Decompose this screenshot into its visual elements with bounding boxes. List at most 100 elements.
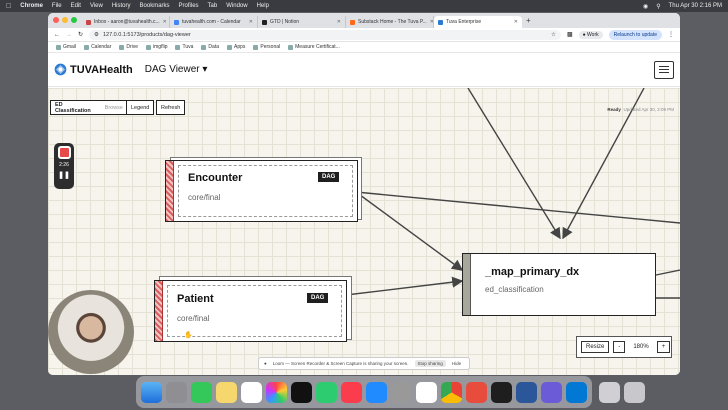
node-schema: ed_classification [485, 285, 544, 294]
wifi-icon[interactable]: ◉ [643, 3, 648, 10]
trash-icon[interactable] [624, 381, 645, 403]
tuva-logo[interactable]: TUVAHealth [54, 63, 133, 76]
close-icon[interactable]: ✕ [514, 19, 518, 25]
folder-icon [201, 44, 207, 50]
chrome-icon[interactable] [441, 381, 462, 403]
menu-file[interactable]: File [52, 3, 62, 9]
relaunch-button[interactable]: Relaunch to update [608, 29, 662, 40]
bookmark-tuva[interactable]: Tuva [175, 44, 193, 50]
node-stripe [463, 254, 471, 315]
finder-icon[interactable] [141, 381, 162, 403]
tab-substack[interactable]: Substack Home - The Tuva P... ✕ [346, 16, 434, 28]
menu-view[interactable]: View [90, 3, 103, 9]
gmail-icon [86, 19, 91, 25]
extensions-icon[interactable]: ▩ [567, 31, 573, 38]
node-map-primary-dx[interactable]: _map_primary_dx ed_classification [462, 253, 656, 316]
apple-icon[interactable]:  [6, 3, 11, 10]
forward-icon[interactable]: → [66, 32, 72, 38]
browse-link[interactable]: Browse [105, 105, 123, 111]
back-icon[interactable]: ← [54, 32, 60, 38]
bookmark-label: Drive [126, 44, 139, 50]
close-icon[interactable]: ✕ [337, 19, 341, 25]
apple-tv-icon[interactable] [291, 381, 312, 403]
bookmark-gmail[interactable]: Gmail [56, 44, 76, 50]
bookmark-measure[interactable]: Measure Certificat... [288, 44, 340, 50]
word-icon[interactable] [516, 381, 537, 403]
address-bar[interactable]: ⚙ 127.0.0.1:5173/products/dag-viewer ☆ [89, 29, 561, 40]
stop-recording-button[interactable] [57, 146, 71, 159]
bookmark-calendar[interactable]: Calendar [84, 44, 111, 50]
hide-button[interactable]: Hide [452, 361, 461, 366]
tab-notion[interactable]: GTD | Notion ✕ [258, 16, 346, 28]
zoom-in-button[interactable]: + [656, 341, 671, 353]
new-tab-icon[interactable]: + [522, 16, 535, 25]
app-store-icon[interactable] [366, 381, 387, 403]
messages-icon[interactable] [191, 381, 212, 403]
bookmark-data[interactable]: Data [201, 44, 219, 50]
reload-icon[interactable]: ↻ [78, 31, 83, 38]
bookmark-label: Calendar [91, 44, 112, 50]
vscode-icon[interactable] [566, 381, 587, 403]
menu-tab[interactable]: Tab [208, 3, 218, 9]
dag-canvas[interactable]: ED Classification Browse Legend Refresh … [48, 88, 680, 375]
music-icon[interactable] [341, 381, 362, 403]
downloads-icon[interactable] [599, 381, 620, 403]
pause-icon[interactable]: ❚❚ [58, 171, 70, 179]
menu-app-name[interactable]: Chrome [20, 3, 43, 9]
photos-icon[interactable] [266, 381, 287, 403]
resize-button[interactable]: Resize [581, 341, 610, 353]
node-patient[interactable]: Patient core/final DAG [154, 280, 347, 342]
terminal-icon[interactable] [491, 381, 512, 403]
bookmark-imgflip[interactable]: imgflip [146, 44, 167, 50]
menu-help[interactable]: Help [257, 3, 269, 9]
model-selector[interactable]: ED Classification Browse [50, 100, 128, 115]
calendar-icon[interactable] [241, 381, 262, 403]
profile-button[interactable]: ● Work [578, 30, 603, 39]
close-icon[interactable]: ✕ [249, 19, 253, 25]
bookmark-drive[interactable]: Drive [119, 44, 138, 50]
window-controls [53, 17, 77, 23]
node-encounter[interactable]: Encounter core/final DAG [165, 160, 358, 222]
todo-icon[interactable] [466, 381, 487, 403]
edge [655, 269, 680, 276]
slack-icon[interactable] [416, 381, 437, 403]
menu-profiles[interactable]: Profiles [179, 3, 199, 9]
loom-recorder-controls: 2:26 ❚❚ [54, 143, 74, 189]
site-info-icon[interactable]: ⚙ [94, 32, 99, 38]
minimize-window-button[interactable] [62, 17, 68, 23]
gmail-icon [56, 44, 61, 50]
webcam-bubble[interactable] [48, 290, 134, 374]
tab-calendar[interactable]: tuvahealth.com - Calendar ✕ [170, 16, 258, 28]
menu-history[interactable]: History [112, 3, 131, 9]
zoom-window-button[interactable] [71, 17, 77, 23]
launchpad-icon[interactable] [166, 381, 187, 403]
stop-sharing-button[interactable]: Stop sharing [414, 360, 446, 367]
menubar-clock[interactable]: Thu Apr 30 2:16 PM [669, 3, 722, 9]
bookmark-personal[interactable]: Personal [253, 44, 280, 50]
system-settings-icon[interactable] [391, 381, 412, 403]
close-window-button[interactable] [53, 17, 59, 23]
dag-badge: DAG [307, 293, 329, 303]
menu-window[interactable]: Window [226, 3, 247, 9]
legend-button[interactable]: Legend [126, 100, 155, 115]
refresh-button[interactable]: Refresh [156, 100, 186, 115]
dag-viewer-dropdown[interactable]: DAG Viewer ▾ [145, 64, 208, 75]
close-icon[interactable]: ✕ [163, 19, 167, 25]
bookmark-star-icon[interactable]: ☆ [551, 32, 556, 38]
menu-bookmarks[interactable]: Bookmarks [140, 3, 170, 9]
hamburger-menu-button[interactable] [654, 60, 674, 79]
facetime-icon[interactable] [316, 381, 337, 403]
bookmark-apps[interactable]: Apps [226, 44, 245, 50]
tab-bar: Inbox - aaron@tuvahealth.c... ✕ tuvaheal… [48, 13, 680, 28]
menu-edit[interactable]: Edit [71, 3, 81, 9]
claude-icon[interactable] [541, 381, 562, 403]
tab-tuva-enterprise[interactable]: Tuva Enterprise ✕ [434, 16, 522, 28]
more-icon[interactable]: ⋮ [668, 31, 674, 38]
notes-icon[interactable] [216, 381, 237, 403]
zoom-out-button[interactable]: - [613, 341, 626, 353]
notion-icon [262, 19, 267, 25]
folder-icon [226, 44, 232, 50]
tab-inbox[interactable]: Inbox - aaron@tuvahealth.c... ✕ [82, 16, 170, 28]
search-icon[interactable]: ⚲ [656, 3, 660, 10]
menubar-status: ◉ ⚲ Thu Apr 30 2:16 PM [643, 3, 722, 10]
